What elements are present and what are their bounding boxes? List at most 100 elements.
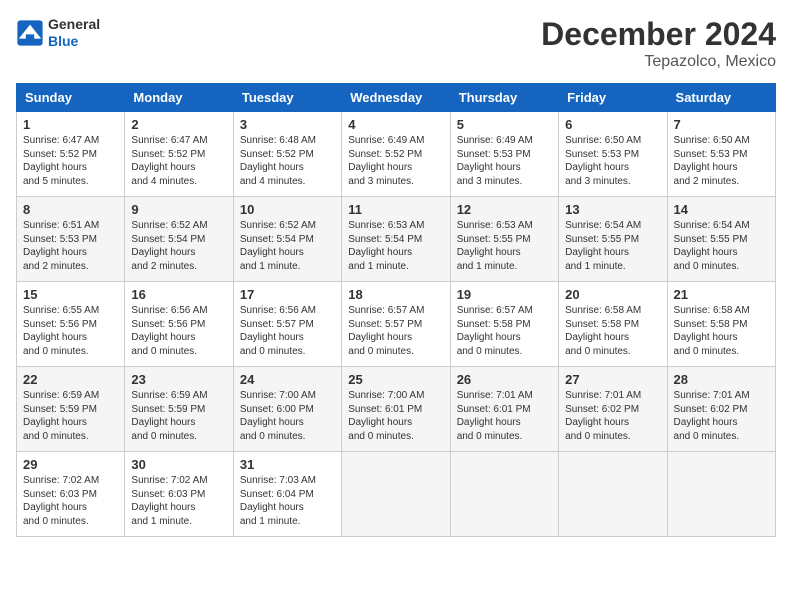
day-number: 23 [131,372,226,387]
calendar-cell: 26 Sunrise: 7:01 AM Sunset: 6:01 PM Dayl… [450,367,558,452]
calendar-cell: 3 Sunrise: 6:48 AM Sunset: 5:52 PM Dayli… [233,112,341,197]
day-number: 19 [457,287,552,302]
day-info: Sunrise: 6:49 AM Sunset: 5:52 PM Dayligh… [348,134,443,188]
day-info: Sunrise: 6:47 AM Sunset: 5:52 PM Dayligh… [23,134,118,188]
weekday-header-monday: Monday [125,84,233,112]
day-number: 17 [240,287,335,302]
calendar-cell: 20 Sunrise: 6:58 AM Sunset: 5:58 PM Dayl… [559,282,667,367]
calendar-cell: 10 Sunrise: 6:52 AM Sunset: 5:54 PM Dayl… [233,197,341,282]
day-info: Sunrise: 7:03 AM Sunset: 6:04 PM Dayligh… [240,474,335,528]
calendar-cell: 5 Sunrise: 6:49 AM Sunset: 5:53 PM Dayli… [450,112,558,197]
day-info: Sunrise: 6:52 AM Sunset: 5:54 PM Dayligh… [240,219,335,273]
weekday-header-saturday: Saturday [667,84,775,112]
calendar-week-3: 15 Sunrise: 6:55 AM Sunset: 5:56 PM Dayl… [17,282,776,367]
calendar-cell: 31 Sunrise: 7:03 AM Sunset: 6:04 PM Dayl… [233,452,341,537]
calendar-cell: 21 Sunrise: 6:58 AM Sunset: 5:58 PM Dayl… [667,282,775,367]
day-info: Sunrise: 6:47 AM Sunset: 5:52 PM Dayligh… [131,134,226,188]
calendar-cell: 14 Sunrise: 6:54 AM Sunset: 5:55 PM Dayl… [667,197,775,282]
calendar-cell: 30 Sunrise: 7:02 AM Sunset: 6:03 PM Dayl… [125,452,233,537]
day-number: 11 [348,202,443,217]
day-info: Sunrise: 6:50 AM Sunset: 5:53 PM Dayligh… [674,134,769,188]
day-info: Sunrise: 6:53 AM Sunset: 5:55 PM Dayligh… [457,219,552,273]
day-number: 21 [674,287,769,302]
day-info: Sunrise: 6:58 AM Sunset: 5:58 PM Dayligh… [565,304,660,358]
day-number: 29 [23,457,118,472]
calendar-week-5: 29 Sunrise: 7:02 AM Sunset: 6:03 PM Dayl… [17,452,776,537]
day-info: Sunrise: 6:55 AM Sunset: 5:56 PM Dayligh… [23,304,118,358]
day-number: 9 [131,202,226,217]
day-number: 18 [348,287,443,302]
calendar-cell: 16 Sunrise: 6:56 AM Sunset: 5:56 PM Dayl… [125,282,233,367]
day-number: 5 [457,117,552,132]
day-info: Sunrise: 7:02 AM Sunset: 6:03 PM Dayligh… [23,474,118,528]
calendar-cell: 22 Sunrise: 6:59 AM Sunset: 5:59 PM Dayl… [17,367,125,452]
calendar-cell: 24 Sunrise: 7:00 AM Sunset: 6:00 PM Dayl… [233,367,341,452]
logo-text: General Blue [48,16,100,50]
weekday-header-wednesday: Wednesday [342,84,450,112]
day-info: Sunrise: 6:54 AM Sunset: 5:55 PM Dayligh… [565,219,660,273]
day-info: Sunrise: 6:51 AM Sunset: 5:53 PM Dayligh… [23,219,118,273]
day-info: Sunrise: 6:48 AM Sunset: 5:52 PM Dayligh… [240,134,335,188]
day-info: Sunrise: 6:56 AM Sunset: 5:56 PM Dayligh… [131,304,226,358]
calendar-cell: 17 Sunrise: 6:56 AM Sunset: 5:57 PM Dayl… [233,282,341,367]
weekday-header-row: SundayMondayTuesdayWednesdayThursdayFrid… [17,84,776,112]
calendar-cell: 27 Sunrise: 7:01 AM Sunset: 6:02 PM Dayl… [559,367,667,452]
calendar-cell: 13 Sunrise: 6:54 AM Sunset: 5:55 PM Dayl… [559,197,667,282]
day-number: 4 [348,117,443,132]
calendar-cell: 8 Sunrise: 6:51 AM Sunset: 5:53 PM Dayli… [17,197,125,282]
calendar-table: SundayMondayTuesdayWednesdayThursdayFrid… [16,83,776,537]
calendar-cell: 19 Sunrise: 6:57 AM Sunset: 5:58 PM Dayl… [450,282,558,367]
day-number: 22 [23,372,118,387]
day-number: 10 [240,202,335,217]
day-number: 3 [240,117,335,132]
logo-icon [16,19,44,47]
day-number: 6 [565,117,660,132]
calendar-cell [667,452,775,537]
day-number: 2 [131,117,226,132]
calendar-cell: 28 Sunrise: 7:01 AM Sunset: 6:02 PM Dayl… [667,367,775,452]
calendar-cell [342,452,450,537]
calendar-cell: 6 Sunrise: 6:50 AM Sunset: 5:53 PM Dayli… [559,112,667,197]
calendar-cell: 9 Sunrise: 6:52 AM Sunset: 5:54 PM Dayli… [125,197,233,282]
calendar-week-1: 1 Sunrise: 6:47 AM Sunset: 5:52 PM Dayli… [17,112,776,197]
day-info: Sunrise: 6:53 AM Sunset: 5:54 PM Dayligh… [348,219,443,273]
calendar-cell: 25 Sunrise: 7:00 AM Sunset: 6:01 PM Dayl… [342,367,450,452]
day-number: 24 [240,372,335,387]
day-number: 30 [131,457,226,472]
calendar-cell: 12 Sunrise: 6:53 AM Sunset: 5:55 PM Dayl… [450,197,558,282]
day-info: Sunrise: 6:58 AM Sunset: 5:58 PM Dayligh… [674,304,769,358]
day-info: Sunrise: 6:56 AM Sunset: 5:57 PM Dayligh… [240,304,335,358]
logo-blue: Blue [48,33,100,50]
day-number: 27 [565,372,660,387]
day-info: Sunrise: 6:49 AM Sunset: 5:53 PM Dayligh… [457,134,552,188]
day-info: Sunrise: 7:01 AM Sunset: 6:02 PM Dayligh… [674,389,769,443]
location-title: Tepazolco, Mexico [541,53,776,71]
day-info: Sunrise: 6:50 AM Sunset: 5:53 PM Dayligh… [565,134,660,188]
day-info: Sunrise: 6:59 AM Sunset: 5:59 PM Dayligh… [23,389,118,443]
calendar-week-2: 8 Sunrise: 6:51 AM Sunset: 5:53 PM Dayli… [17,197,776,282]
day-number: 26 [457,372,552,387]
calendar-cell: 18 Sunrise: 6:57 AM Sunset: 5:57 PM Dayl… [342,282,450,367]
day-number: 14 [674,202,769,217]
calendar-cell: 1 Sunrise: 6:47 AM Sunset: 5:52 PM Dayli… [17,112,125,197]
logo: General Blue [16,16,100,50]
day-number: 8 [23,202,118,217]
day-number: 20 [565,287,660,302]
day-number: 28 [674,372,769,387]
day-info: Sunrise: 7:01 AM Sunset: 6:01 PM Dayligh… [457,389,552,443]
calendar-cell: 7 Sunrise: 6:50 AM Sunset: 5:53 PM Dayli… [667,112,775,197]
weekday-header-friday: Friday [559,84,667,112]
day-number: 1 [23,117,118,132]
day-info: Sunrise: 7:00 AM Sunset: 6:00 PM Dayligh… [240,389,335,443]
calendar-week-4: 22 Sunrise: 6:59 AM Sunset: 5:59 PM Dayl… [17,367,776,452]
day-info: Sunrise: 6:54 AM Sunset: 5:55 PM Dayligh… [674,219,769,273]
day-number: 13 [565,202,660,217]
day-info: Sunrise: 6:52 AM Sunset: 5:54 PM Dayligh… [131,219,226,273]
logo-general: General [48,16,100,33]
calendar-cell: 4 Sunrise: 6:49 AM Sunset: 5:52 PM Dayli… [342,112,450,197]
calendar-cell: 15 Sunrise: 6:55 AM Sunset: 5:56 PM Dayl… [17,282,125,367]
day-number: 16 [131,287,226,302]
day-info: Sunrise: 7:01 AM Sunset: 6:02 PM Dayligh… [565,389,660,443]
day-info: Sunrise: 6:59 AM Sunset: 5:59 PM Dayligh… [131,389,226,443]
calendar-cell: 29 Sunrise: 7:02 AM Sunset: 6:03 PM Dayl… [17,452,125,537]
